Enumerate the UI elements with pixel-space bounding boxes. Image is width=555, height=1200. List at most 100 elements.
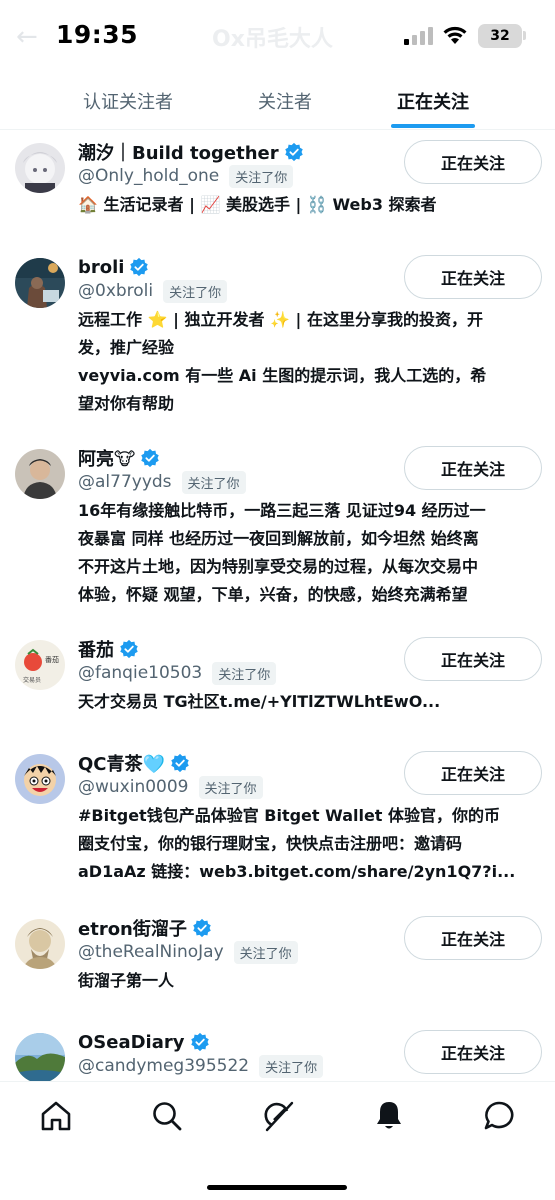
following-button[interactable]: 正在关注	[404, 916, 542, 960]
follows-you-badge: 关注了你	[163, 279, 228, 303]
follows-you-badge: 关注了你	[259, 1054, 324, 1078]
username-handle: @fanqie10503	[78, 663, 203, 683]
list-item[interactable]: broli @0xbroli 关注了你 正在关注 远程工作 ⭐ | 独立开发者 …	[0, 248, 555, 423]
bio-line: 天才交易员 TG社区t.me/+YlTlZTWLhtEwO...	[78, 692, 441, 711]
following-button[interactable]: 正在关注	[404, 446, 542, 490]
display-name[interactable]: broli	[78, 257, 124, 278]
bio-line: 街溜子第一人	[78, 971, 175, 990]
tab-verified-followers[interactable]: 认证关注者	[83, 88, 173, 114]
tab-followers[interactable]: 关注者	[258, 88, 312, 114]
follows-you-badge: 关注了你	[212, 661, 277, 685]
name-line: etron街溜子	[78, 914, 212, 942]
list-item[interactable]: 潮汐｜Build together @Only_hold_one 关注了你 正在…	[0, 133, 555, 231]
verified-badge-icon	[140, 448, 160, 468]
tab-following[interactable]: 正在关注	[397, 88, 469, 114]
bio-line: 不开这片土地，因为特别享受交易的过程，从每次交易中	[78, 557, 479, 576]
following-button[interactable]: 正在关注	[404, 255, 542, 299]
battery-indicator: 32	[478, 24, 522, 48]
verified-badge-icon	[190, 1032, 210, 1052]
follows-you-badge: 关注了你	[233, 940, 298, 964]
following-list: 潮汐｜Build together @Only_hold_one 关注了你 正在…	[0, 131, 555, 1081]
home-icon[interactable]	[39, 1099, 73, 1133]
bio-line: 16年有缘接触比特币，一路三起三落 见证过94 经历过一	[78, 501, 486, 520]
username-handle: @al77yyds	[78, 472, 172, 492]
following-button[interactable]: 正在关注	[404, 1030, 542, 1074]
cellular-signal-icon	[404, 27, 433, 45]
list-item[interactable]: 阿亮🐮 @al77yyds 关注了你 正在关注 16年有缘接触比特币，一路三起三…	[0, 439, 555, 609]
user-bio: 天才交易员 TG社区t.me/+YlTlZTWLhtEwO...	[78, 688, 540, 716]
grok-icon[interactable]	[261, 1099, 295, 1133]
avatar[interactable]	[15, 258, 65, 308]
wifi-icon	[443, 26, 467, 44]
username-handle: @candymeg395522	[78, 1056, 250, 1076]
list-item[interactable]: etron街溜子 @theRealNinoJay 关注了你 正在关注 街溜子第一…	[0, 909, 555, 1009]
follows-you-badge: 关注了你	[198, 775, 263, 799]
handle-line: @0xbroli 关注了你	[78, 278, 228, 304]
active-tab-indicator	[391, 124, 475, 128]
avatar[interactable]	[15, 1033, 65, 1081]
home-indicator	[207, 1185, 347, 1190]
status-bar: ← Ox吊毛大人 19:35 32	[0, 0, 555, 68]
handle-line: @candymeg395522 关注了你	[78, 1053, 324, 1079]
clock: 19:35	[56, 20, 139, 49]
follows-you-badge: 关注了你	[229, 164, 294, 188]
name-line: 阿亮🐮	[78, 444, 160, 472]
faded-page-title: Ox吊毛大人	[212, 27, 333, 52]
bio-line: 望对你有帮助	[78, 394, 175, 413]
bio-line: 体验，怀疑 观望，下单，兴奋，的快感，始终充满希望	[78, 585, 468, 604]
list-item[interactable]: QC青茶🩵 @wuxin0009 关注了你 正在关注 #Bitget钱包产品体验…	[0, 744, 555, 894]
user-bio: 🏠 生活记录者 | 📈 美股选手 | ⛓️ Web3 探索者	[78, 191, 540, 219]
bio-line: 圈支付宝，你的银行理财宝，快快点击注册吧：邀请码	[78, 834, 463, 853]
handle-line: @al77yyds 关注了你	[78, 469, 246, 495]
bottom-navigation	[0, 1081, 555, 1200]
following-button[interactable]: 正在关注	[404, 751, 542, 795]
avatar[interactable]	[15, 754, 65, 804]
handle-line: @Only_hold_one 关注了你	[78, 163, 294, 189]
list-item[interactable]: OSeaDiary @candymeg395522 关注了你 正在关注	[0, 1023, 555, 1081]
handle-line: @theRealNinoJay 关注了你	[78, 939, 298, 965]
display-name[interactable]: 潮汐｜Build together	[78, 139, 279, 165]
user-bio: #Bitget钱包产品体验官 Bitget Wallet 体验官，你的币 圈支付…	[78, 802, 540, 886]
name-line: 番茄	[78, 635, 139, 663]
bio-line: 远程工作 ⭐ | 独立开发者 ✨ | 在这里分享我的投资，开	[78, 310, 483, 329]
username-handle: @wuxin0009	[78, 777, 189, 797]
following-button[interactable]: 正在关注	[404, 140, 542, 184]
bio-line: 🏠 生活记录者 | 📈 美股选手 | ⛓️ Web3 探索者	[78, 195, 437, 214]
search-icon[interactable]	[150, 1099, 184, 1133]
bio-line: #Bitget钱包产品体验官 Bitget Wallet 体验官，你的币	[78, 806, 501, 825]
verified-badge-icon	[192, 918, 212, 938]
avatar[interactable]	[15, 919, 65, 969]
notifications-icon[interactable]	[372, 1099, 406, 1133]
battery-cap	[523, 31, 526, 40]
messages-icon[interactable]	[482, 1099, 516, 1133]
handle-line: @fanqie10503 关注了你	[78, 660, 277, 686]
verified-badge-icon	[129, 257, 149, 277]
bio-line: veyvia.com 有一些 Ai 生图的提示词，我人工选的，希	[78, 366, 487, 385]
display-name[interactable]: QC青茶🩵	[78, 750, 165, 776]
username-handle: @Only_hold_one	[78, 166, 220, 186]
verified-badge-icon	[170, 753, 190, 773]
name-line: OSeaDiary	[78, 1028, 210, 1056]
username-handle: @theRealNinoJay	[78, 942, 224, 962]
avatar[interactable]: 番茄 交易员	[15, 640, 65, 690]
avatar[interactable]	[15, 143, 65, 193]
display-name[interactable]: OSeaDiary	[78, 1032, 185, 1053]
display-name[interactable]: etron街溜子	[78, 915, 187, 941]
avatar[interactable]	[15, 449, 65, 499]
verified-badge-icon	[119, 639, 139, 659]
user-bio: 远程工作 ⭐ | 独立开发者 ✨ | 在这里分享我的投资，开 发，推广经验 ve…	[78, 306, 540, 418]
verified-badge-icon	[284, 142, 304, 162]
display-name[interactable]: 阿亮🐮	[78, 445, 135, 471]
back-arrow-icon[interactable]: ←	[16, 22, 38, 52]
name-line: broli	[78, 253, 149, 281]
user-bio: 街溜子第一人	[78, 967, 540, 995]
following-button[interactable]: 正在关注	[404, 637, 542, 681]
bio-line: 发，推广经验	[78, 338, 175, 357]
list-item[interactable]: 番茄 交易员 番茄 @fanqie10503 关注了你 正在关注 天才交易员 TG…	[0, 630, 555, 730]
display-name[interactable]: 番茄	[78, 636, 114, 662]
name-line: 潮汐｜Build together	[78, 138, 304, 166]
svg-text:番茄: 番茄	[45, 655, 59, 664]
follows-you-badge: 关注了你	[181, 470, 246, 494]
handle-line: @wuxin0009 关注了你	[78, 774, 263, 800]
user-bio: 16年有缘接触比特币，一路三起三落 见证过94 经历过一 夜暴富 同样 也经历过…	[78, 497, 540, 609]
